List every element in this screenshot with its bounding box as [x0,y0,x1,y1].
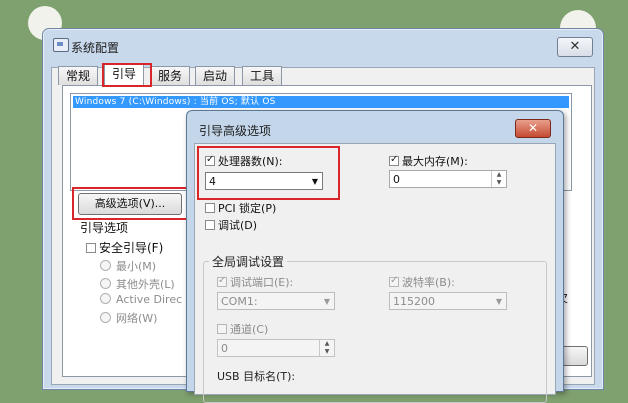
spin-down-icon: ▼ [324,348,330,355]
max-memory-spin-buttons[interactable]: ▲ ▼ [491,171,506,187]
spin-up-icon: ▲ [496,171,502,178]
radio-active-directory-row: Active Direc [100,293,182,306]
baud-rate-select: 115200 ▼ [389,292,507,310]
debug-port-value: COM1: [221,295,258,308]
debug-label: 调试(D) [218,219,258,232]
channel-label: 通道(C) [230,323,269,336]
channel-spinner: 0 ▲ ▼ [217,339,335,357]
baud-rate-value: 115200 [393,295,435,308]
tab-tools[interactable]: 工具 [242,66,283,85]
radio-active-directory-label: Active Direc [116,293,183,306]
channel-value: 0 [221,342,228,355]
baud-rate-checkbox-row: 波特率(B): [389,274,455,290]
debug-checkbox-row[interactable]: 调试(D) [205,217,257,233]
safe-boot-checkbox[interactable] [86,243,96,253]
window-title: 系统配置 [71,41,120,55]
tab-startup[interactable]: 启动 [195,66,236,85]
radio-minimal-row: 最小(M) [100,258,156,274]
main-ok-button-partial[interactable] [560,346,588,366]
spin-down-icon: ▼ [496,179,502,186]
processors-label: 处理器数(N): [218,155,283,168]
chevron-down-icon: ▼ [311,177,318,186]
debug-port-checkbox-row: 调试端口(E): [217,274,293,290]
radio-minimal [100,260,111,271]
max-memory-value: 0 [393,173,400,186]
max-memory-label: 最大内存(M): [402,155,468,168]
processors-checkbox[interactable] [205,154,215,166]
tab-general[interactable]: 常规 [58,66,99,85]
window-close-button[interactable]: ✕ [557,37,593,57]
safe-boot-checkbox-row[interactable]: 安全引导(F) [86,239,163,256]
max-memory-checkbox[interactable] [389,154,399,166]
pci-lock-label: PCI 锁定(P) [218,202,277,215]
chevron-down-icon: ▼ [323,297,330,306]
radio-network-label: 网络(W) [116,312,158,325]
max-memory-spinner[interactable]: 0 ▲ ▼ [389,170,507,188]
baud-rate-label: 波特率(B): [402,276,455,289]
dialog-close-button[interactable]: ✕ [515,119,551,138]
processors-checkbox-row[interactable]: 处理器数(N): [205,153,283,169]
pci-lock-checkbox[interactable] [205,203,215,213]
dialog-client-area: 处理器数(N): 4 ▼ 最大内存(M): 0 ▲▼ PCI 锁定(P) 调试(… [194,143,556,403]
pci-lock-checkbox-row[interactable]: PCI 锁定(P) [205,200,276,216]
system-config-app-icon [53,38,69,52]
radio-alt-shell-label: 其他外壳(L) [116,278,175,291]
channel-checkbox [217,324,227,334]
global-debug-legend: 全局调试设置 [209,253,288,270]
baud-rate-checkbox [389,275,399,287]
safe-boot-label: 安全引导(F) [99,241,164,255]
processors-select[interactable]: 4 ▼ [205,172,323,190]
radio-network [100,312,111,323]
radio-alt-shell [100,278,111,289]
chevron-down-icon: ▼ [495,297,502,306]
radio-alt-shell-row: 其他外壳(L) [100,276,175,292]
processors-value: 4 [209,175,216,188]
spin-up-icon: ▲ [324,340,330,347]
dialog-title: 引导高级选项 [199,124,272,138]
radio-active-directory [100,293,111,304]
radio-minimal-label: 最小(M) [116,260,157,273]
debug-port-checkbox [217,275,227,287]
tab-boot[interactable]: 引导 [104,64,145,86]
channel-spin-buttons: ▲ ▼ [319,340,334,356]
os-list-item[interactable]: Windows 7 (C:\Windows) : 当前 OS; 默认 OS [73,96,569,108]
debug-checkbox[interactable] [205,220,215,230]
advanced-boot-options-dialog: 引导高级选项 ✕ 处理器数(N): 4 ▼ 最大内存(M): 0 ▲▼ PCI … [186,110,564,403]
boot-options-label: 引导选项 [80,221,129,235]
radio-network-row: 网络(W) [100,310,157,326]
advanced-options-button[interactable]: 高级选项(V)... [78,193,182,215]
tab-services[interactable]: 服务 [150,66,191,85]
channel-checkbox-row: 通道(C) [217,321,268,337]
max-memory-checkbox-row[interactable]: 最大内存(M): [389,153,468,169]
debug-port-label: 调试端口(E): [230,276,294,289]
usb-target-label: USB 目标名(T): [217,370,296,383]
debug-port-select: COM1: ▼ [217,292,335,310]
